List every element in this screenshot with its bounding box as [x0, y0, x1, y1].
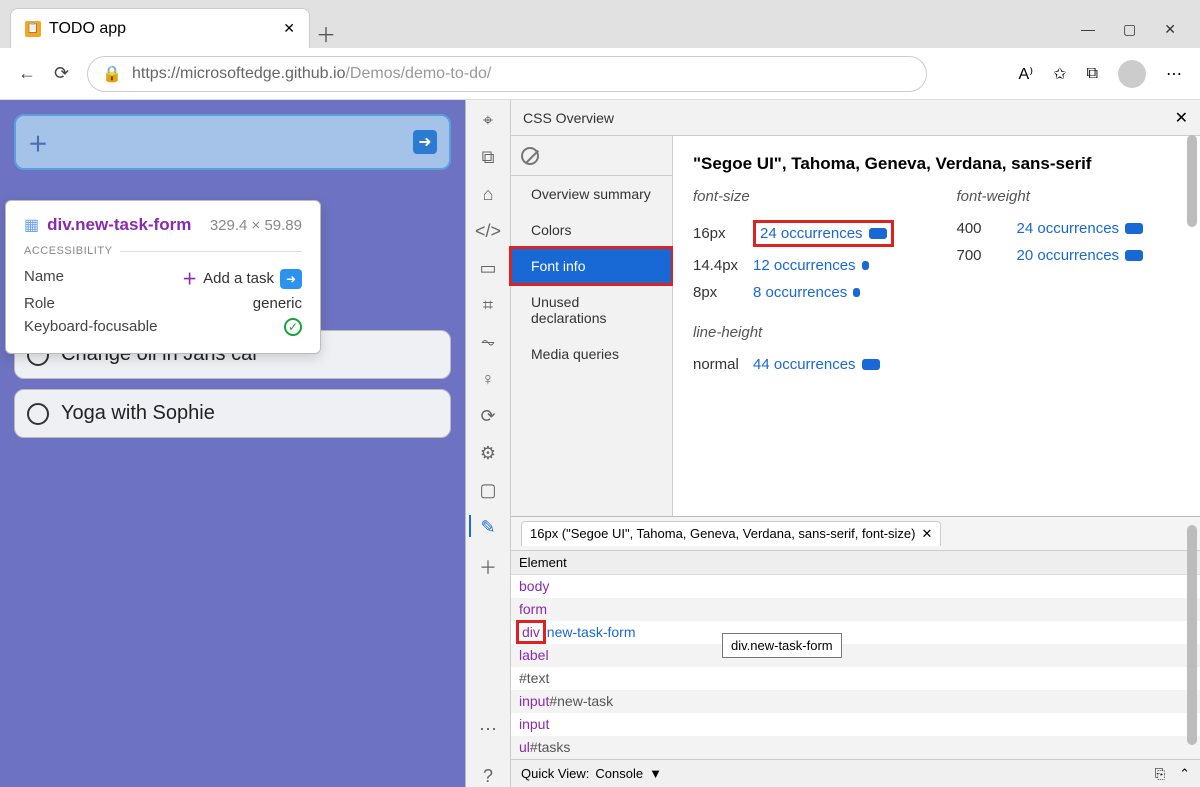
todo-page: ＋ ➜ Change oil in Jans car Yoga with Sop… — [0, 100, 465, 787]
element-row[interactable]: form — [511, 598, 1200, 621]
css-overview-icon[interactable]: ✎ — [480, 517, 495, 538]
minimize-icon[interactable]: ― — [1081, 21, 1095, 38]
nav-overview-summary[interactable]: Overview summary — [511, 176, 672, 212]
fontsize-row: 16px24 occurrences — [693, 215, 917, 252]
favorite-icon[interactable]: ✩ — [1053, 64, 1066, 84]
nav-font-info[interactable]: Font info — [511, 248, 672, 284]
collections-icon[interactable]: ⧉ — [1087, 65, 1098, 83]
element-row[interactable]: input — [511, 713, 1200, 736]
lock-icon: 🔒 — [102, 64, 122, 84]
bulb-icon[interactable]: ♀ — [481, 369, 495, 390]
close-window-icon[interactable]: ✕ — [1164, 21, 1176, 38]
inspect-icon[interactable]: ⌖ — [483, 110, 493, 131]
task-item[interactable]: Yoga with Sophie — [14, 389, 451, 438]
swatch-icon — [1125, 250, 1143, 261]
nav-media-queries[interactable]: Media queries — [511, 336, 672, 372]
browser-tab[interactable]: 📋 TODO app ✕ — [10, 8, 310, 48]
swatch-icon — [1125, 223, 1143, 234]
panel-header: CSS Overview ✕ — [511, 100, 1200, 136]
close-tab-icon[interactable]: ✕ — [283, 20, 295, 37]
close-panel-icon[interactable]: ✕ — [1175, 108, 1188, 128]
quick-view: Quick View: Console▼ ⎘⌃ — [511, 759, 1200, 787]
plus-icon: ＋ — [28, 128, 48, 157]
back-icon[interactable]: ← — [18, 63, 36, 84]
swatch-icon — [862, 261, 869, 270]
avatar[interactable] — [1118, 60, 1146, 88]
radio-icon[interactable] — [27, 403, 49, 425]
arrow-icon: ➜ — [280, 269, 302, 289]
element-row[interactable]: div.new-task-form — [511, 621, 1200, 644]
chevron-up-icon[interactable]: ⌃ — [1179, 766, 1190, 782]
grid-icon: ▦ — [24, 215, 39, 235]
gear-icon[interactable]: ⚙ — [480, 443, 496, 464]
app-icon[interactable]: ▭ — [479, 258, 496, 279]
element-row[interactable]: ul#tasks — [511, 736, 1200, 759]
submit-icon[interactable]: ➜ — [413, 130, 437, 154]
new-tab-button[interactable]: ＋ — [310, 19, 342, 48]
swatch-icon — [862, 359, 880, 370]
tab-favicon: 📋 — [25, 21, 41, 37]
close-tab-icon[interactable]: ✕ — [921, 526, 932, 541]
check-icon: ✓ — [284, 318, 302, 336]
read-aloud-icon[interactable]: A⁾ — [1019, 64, 1034, 84]
perf-icon[interactable]: ⟳ — [480, 406, 495, 427]
new-task-form[interactable]: ＋ ➜ — [14, 114, 451, 170]
address-bar: ← ⟳ 🔒 https://microsoftedge.github.io/De… — [0, 48, 1200, 100]
swatch-icon — [869, 228, 887, 239]
scrollbar-thumb[interactable] — [1187, 135, 1197, 227]
overview-content: "Segoe UI", Tahoma, Geneva, Verdana, san… — [673, 136, 1200, 516]
element-row[interactable]: body — [511, 575, 1200, 598]
clear-icon[interactable] — [521, 147, 539, 165]
window-titlebar: 📋 TODO app ✕ ＋ ― ▢ ✕ — [0, 0, 1200, 48]
chevron-down-icon[interactable]: ▼ — [649, 766, 662, 781]
bug-icon[interactable]: ⌗ — [483, 295, 493, 316]
wifi-icon[interactable]: ⏦ — [481, 332, 496, 353]
element-row[interactable]: #text — [511, 667, 1200, 690]
device-icon[interactable]: ⧉ — [482, 147, 495, 168]
calendar-icon[interactable]: ▢ — [479, 480, 496, 501]
home-icon[interactable]: ⌂ — [483, 184, 494, 205]
swatch-icon — [853, 288, 860, 297]
more-tools-icon[interactable]: ⋯ — [479, 719, 497, 740]
dock-icon[interactable]: ⎘ — [1155, 766, 1165, 782]
devtools-sidebar: ⌖ ⧉ ⌂ </> ▭ ⌗ ⏦ ♀ ⟳ ⚙ ▢ ✎ ＋ ⋯ ? — [466, 100, 511, 787]
element-row[interactable]: input#new-task — [511, 690, 1200, 713]
more-icon[interactable]: ⋯ — [1166, 64, 1182, 84]
inspector-tooltip: ▦ div.new-task-form 329.4 × 59.89 ACCESS… — [5, 200, 321, 354]
tab-title: TODO app — [49, 20, 126, 38]
maximize-icon[interactable]: ▢ — [1123, 21, 1136, 38]
add-tool-icon[interactable]: ＋ — [479, 554, 497, 580]
plus-icon: ＋ — [182, 268, 197, 289]
refresh-icon[interactable]: ⟳ — [54, 63, 69, 84]
scrollbar-thumb[interactable] — [1187, 525, 1197, 745]
devtools: ⌖ ⧉ ⌂ </> ▭ ⌗ ⏦ ♀ ⟳ ⚙ ▢ ✎ ＋ ⋯ ? CSS Over… — [465, 100, 1200, 787]
overview-nav: Overview summary Colors Font info Unused… — [511, 136, 673, 516]
elements-panel: 16px ("Segoe UI", Tahoma, Geneva, Verdan… — [511, 516, 1200, 759]
nav-colors[interactable]: Colors — [511, 212, 672, 248]
nav-unused-declarations[interactable]: Unused declarations — [511, 284, 672, 336]
help-icon[interactable]: ? — [483, 766, 493, 787]
element-tooltip: div.new-task-form — [722, 633, 842, 658]
url-box[interactable]: 🔒 https://microsoftedge.github.io/Demos/… — [87, 56, 927, 92]
elements-icon[interactable]: </> — [475, 221, 501, 242]
element-row[interactable]: label — [511, 644, 1200, 667]
